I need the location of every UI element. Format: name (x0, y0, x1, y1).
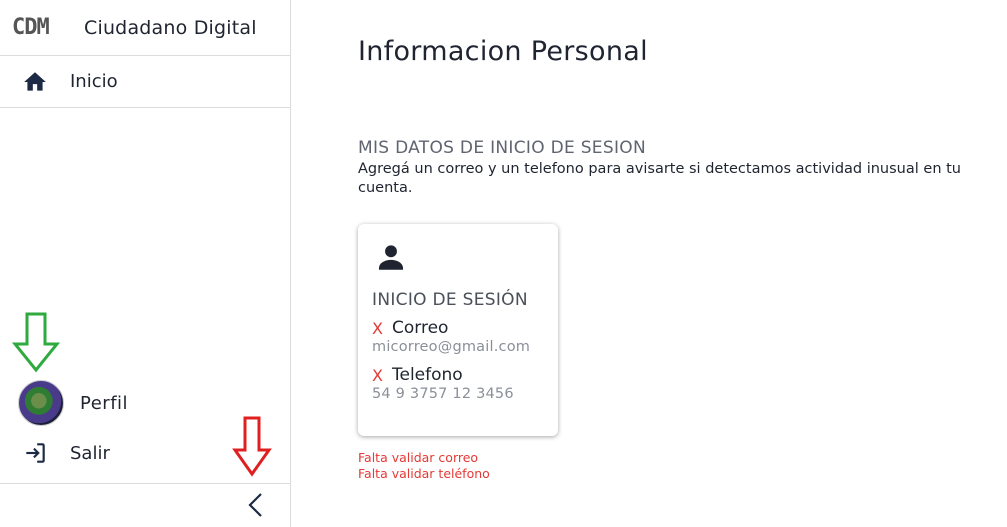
main-content: Informacion Personal MIS DATOS DE INICIO… (292, 0, 1007, 527)
red-down-arrow-icon (232, 416, 272, 477)
phone-value: 54 9 3757 12 3456 (372, 386, 514, 402)
email-error: Falta validar correo (358, 450, 479, 465)
section-description: Agregá un correo y un telefono para avis… (358, 161, 961, 196)
page-title: Informacion Personal (358, 36, 648, 67)
sidebar-item-label: Inicio (70, 71, 118, 92)
sidebar-item-inicio[interactable]: Inicio (0, 56, 290, 108)
app-title: Ciudadano Digital (84, 16, 257, 39)
brand-logo: CDM (12, 15, 50, 40)
chevron-left-icon[interactable] (242, 490, 270, 520)
email-label: Correo (392, 318, 449, 338)
profile-link[interactable]: Perfil (18, 380, 128, 426)
email-value: micorreo@gmail.com (372, 339, 531, 355)
login-info-card[interactable]: INICIO DE SESIÓN X Correo micorreo@gmail… (358, 224, 558, 436)
section-title: MIS DATOS DE INICIO DE SESION (358, 138, 646, 158)
phone-label: Telefono (392, 365, 463, 385)
logout-button[interactable]: Salir (22, 440, 110, 466)
avatar (18, 380, 64, 426)
phone-row: X Telefono (372, 365, 544, 385)
brand-header: CDM Ciudadano Digital (0, 0, 290, 56)
unverified-mark: X (372, 365, 383, 385)
unverified-mark: X (372, 318, 383, 338)
sidebar-footer (0, 483, 290, 527)
home-icon (24, 71, 46, 91)
logout-label: Salir (70, 442, 110, 464)
card-title: INICIO DE SESIÓN (372, 290, 528, 310)
validation-errors: Falta validar correo Falta validar teléf… (358, 450, 490, 482)
green-down-arrow-icon (12, 312, 60, 373)
phone-error: Falta validar teléfono (358, 466, 490, 481)
profile-label: Perfil (80, 392, 129, 414)
logout-icon (26, 443, 45, 463)
person-icon (378, 245, 404, 270)
email-row: X Correo (372, 318, 544, 338)
